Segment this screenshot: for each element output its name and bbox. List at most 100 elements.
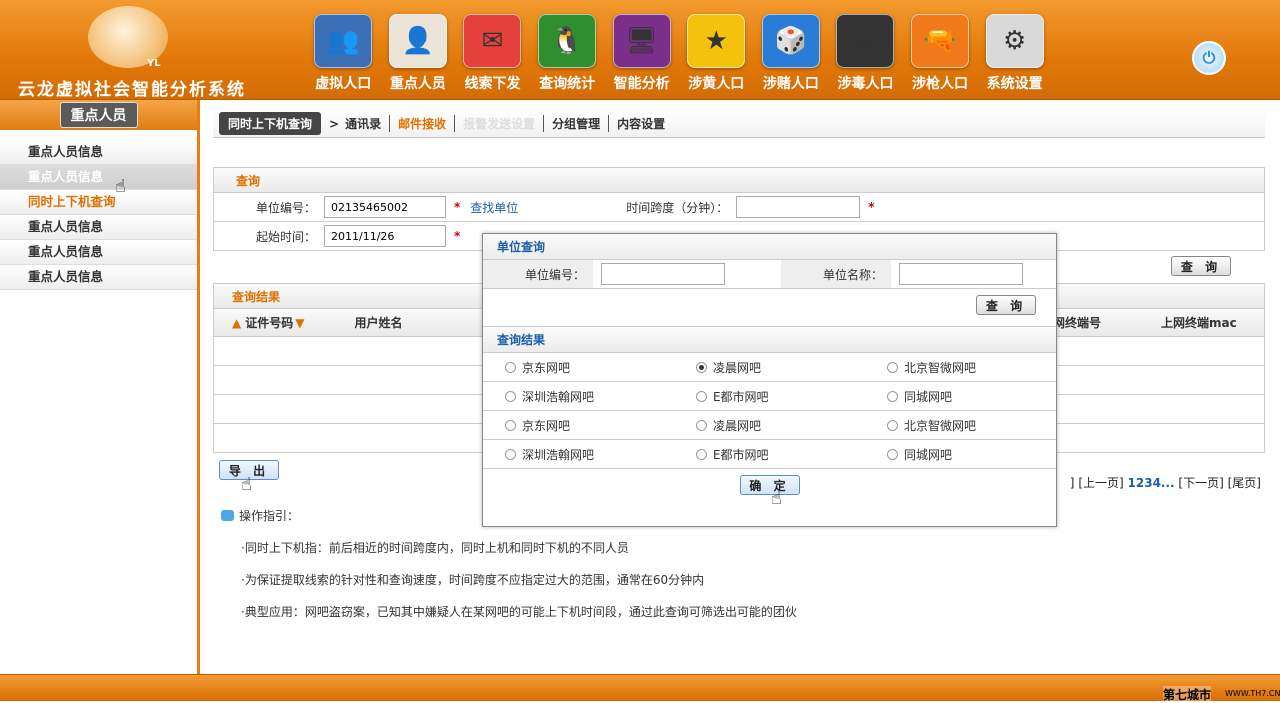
radio-button[interactable] xyxy=(505,419,516,431)
dialog-title: 单位查询 xyxy=(483,234,1056,260)
netcafe-option[interactable]: 凌晨网吧 xyxy=(674,417,865,434)
netcafe-list: 京东网吧 凌晨网吧 北京智微网吧 深圳浩翰网吧 E都市网吧 同城网吧 京东网吧 凌晨网吧 北京智… xyxy=(483,353,1056,469)
unit-name-input[interactable] xyxy=(899,263,1023,285)
person-pair-icon: 👤 xyxy=(388,14,447,68)
gear-icon: ⚙ xyxy=(985,14,1044,68)
nav-item[interactable]: 🎲 涉赌人口 xyxy=(754,14,829,93)
nav-label: 重点人员 xyxy=(389,76,446,92)
find-unit-link[interactable]: 查找单位 xyxy=(470,199,518,216)
search-button[interactable]: 查 询 xyxy=(1171,256,1231,276)
dialog-search-button[interactable]: 查 询 xyxy=(976,295,1036,315)
tab-simultaneous-login[interactable]: 同时上下机查询 xyxy=(219,112,322,135)
radio-button[interactable] xyxy=(505,390,516,402)
sort-asc-icon[interactable]: ▲ xyxy=(214,316,241,330)
page-numbers[interactable]: 1234... xyxy=(1128,476,1175,490)
last-page-link[interactable]: [尾页] xyxy=(1228,476,1261,490)
sidebar-item-simultaneous-login[interactable]: 同时上下机查询 xyxy=(0,190,197,215)
netcafe-option[interactable]: 京东网吧 xyxy=(483,417,674,434)
tab-alarm-settings[interactable]: 报警发送设置 xyxy=(454,115,543,132)
time-span-label: 时间跨度（分钟）： xyxy=(626,200,729,215)
list-row: 京东网吧 凌晨网吧 北京智微网吧 xyxy=(483,353,1056,382)
logo-text: YL xyxy=(147,58,161,69)
confirm-button[interactable]: 确 定 xyxy=(739,475,800,495)
users-icon: 👥 xyxy=(314,14,373,68)
radio-button[interactable] xyxy=(886,390,898,402)
radio-button[interactable] xyxy=(695,448,707,460)
sidebar: 重点人员 重点人员信息 重点人员信息 同时上下机查询 重点人员信息 重点人员信息… xyxy=(0,100,200,674)
radio-button[interactable] xyxy=(886,361,898,373)
time-span-input[interactable] xyxy=(736,196,861,218)
main-content: 同时上下机查询 > 通讯录 邮件接收 报警发送设置 分组管理 内容设置 查询 单… xyxy=(213,110,1265,619)
unit-no-input[interactable] xyxy=(601,263,725,285)
nav-label: 线索下发 xyxy=(464,76,521,92)
nav-item[interactable]: 👥 虚拟人口 xyxy=(306,14,381,93)
speech-bubble-icon xyxy=(221,510,234,521)
nav-item[interactable]: ★ 涉黄人口 xyxy=(679,14,754,93)
query-title: 查询 xyxy=(213,167,1265,193)
sidebar-item-key-person-info[interactable]: 重点人员信息 xyxy=(0,140,197,165)
netcafe-name: 凌晨网吧 xyxy=(712,360,761,375)
next-page-link[interactable]: [下一页] xyxy=(1178,476,1223,490)
nav-item[interactable]: 🐧 查询统计 xyxy=(530,14,605,93)
netcafe-option[interactable]: E都市网吧 xyxy=(674,388,865,405)
netcafe-option[interactable]: 京东网吧 xyxy=(483,359,674,376)
nav-item[interactable]: 🖥 智能分析 xyxy=(604,14,679,93)
nav-item[interactable]: ⚙ 系统设置 xyxy=(977,14,1052,93)
power-icon[interactable]: ⏻ xyxy=(1192,41,1226,75)
nav-label: 虚拟人口 xyxy=(315,76,372,92)
tab-group-management[interactable]: 分组管理 xyxy=(543,115,608,132)
radio-button[interactable] xyxy=(886,419,898,431)
netcafe-name: 深圳浩翰网吧 xyxy=(522,389,595,404)
sidebar-item-key-person-info[interactable]: 重点人员信息 xyxy=(0,265,197,290)
netcafe-option[interactable]: 同城网吧 xyxy=(865,388,1056,405)
radio-button[interactable] xyxy=(695,419,707,431)
netcafe-name: 深圳浩翰网吧 xyxy=(522,447,595,462)
start-time-input[interactable] xyxy=(324,225,446,247)
netcafe-option[interactable]: 北京智微网吧 xyxy=(865,417,1056,434)
col-id-number[interactable]: 证件号码 xyxy=(245,314,293,331)
nav-item[interactable]: ☠ 涉毒人口 xyxy=(828,14,903,93)
sidebar-item-key-person-info[interactable]: 重点人员信息 xyxy=(0,240,197,265)
nav-label: 涉枪人口 xyxy=(912,76,969,92)
tab-content-settings[interactable]: 内容设置 xyxy=(608,115,673,132)
tab-mail-receive[interactable]: 邮件接收 xyxy=(389,115,454,132)
tab-bar: 同时上下机查询 > 通讯录 邮件接收 报警发送设置 分组管理 内容设置 xyxy=(213,110,1265,138)
radio-button[interactable] xyxy=(505,361,516,373)
tab-contacts[interactable]: 通讯录 xyxy=(343,115,389,132)
netcafe-option[interactable]: 深圳浩翰网吧 xyxy=(483,446,674,463)
nav-label: 查询统计 xyxy=(539,76,596,92)
prev-page-link[interactable]: [上一页] xyxy=(1078,476,1123,490)
col-terminal-mac: 上网终端mac xyxy=(1161,316,1237,330)
radio-button[interactable] xyxy=(695,361,707,373)
top-nav: 👥 虚拟人口 👤 重点人员 ✉ 线索下发 🐧 查询统计 🖥 智能分析 ★ 涉黄人口 🎲 涉赌人口 ☠ 涉毒人口… xyxy=(306,14,1052,93)
guide-title: 操作指引： xyxy=(239,509,300,523)
netcafe-option[interactable]: 北京智微网吧 xyxy=(865,359,1056,376)
nav-item[interactable]: ✉ 线索下发 xyxy=(455,14,530,93)
unit-no-input[interactable] xyxy=(324,196,446,218)
col-user-name: 用户姓名 xyxy=(354,316,403,330)
sort-desc-icon[interactable]: ▼ xyxy=(295,316,304,330)
netcafe-option[interactable]: E都市网吧 xyxy=(674,446,865,463)
radio-button[interactable] xyxy=(695,390,707,402)
netcafe-name: 北京智微网吧 xyxy=(903,360,976,375)
radio-button[interactable] xyxy=(505,448,516,460)
qq-penguin-icon: 🐧 xyxy=(538,14,597,68)
watermark: 第七城市 xyxy=(1163,686,1212,703)
nav-item[interactable]: 🔫 涉枪人口 xyxy=(903,14,978,93)
guide-item: ·典型应用：网吧盗窃案，已知其中嫌疑人在某网吧的可能上下机时间段，通过此查询可筛… xyxy=(241,605,797,619)
sidebar-item-key-person-info[interactable]: 重点人员信息 xyxy=(0,165,197,190)
netcafe-name: 同城网吧 xyxy=(903,447,952,462)
netcafe-name: E都市网吧 xyxy=(712,447,769,462)
nav-item[interactable]: 👤 重点人员 xyxy=(381,14,456,93)
sidebar-title: 重点人员 xyxy=(59,102,138,128)
gun-icon: 🔫 xyxy=(911,14,970,68)
sidebar-item-key-person-info[interactable]: 重点人员信息 xyxy=(0,215,197,240)
netcafe-option[interactable]: 深圳浩翰网吧 xyxy=(483,388,674,405)
netcafe-option[interactable]: 同城网吧 xyxy=(865,446,1056,463)
radio-button[interactable] xyxy=(886,448,898,460)
netcafe-name: 同城网吧 xyxy=(903,389,952,404)
unit-name-label: 单位名称： xyxy=(781,260,891,288)
unit-no-label: 单位编号： xyxy=(483,260,593,288)
header: YL 云龙虚拟社会智能分析系统 👥 虚拟人口 👤 重点人员 ✉ 线索下发 🐧 查询统计 🖥 智能分… xyxy=(0,0,1280,100)
netcafe-option[interactable]: 凌晨网吧 xyxy=(674,359,865,376)
